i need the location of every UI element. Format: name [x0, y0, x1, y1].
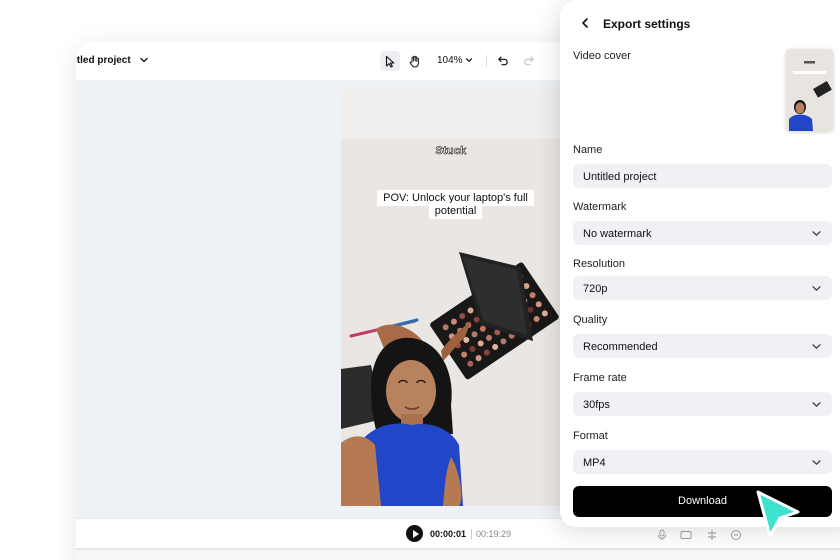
chevron-down-icon [812, 286, 821, 291]
undo-icon [498, 56, 508, 66]
video-cover-label: Video cover [573, 50, 631, 62]
microphone-icon[interactable] [656, 529, 668, 541]
chevron-left-icon[interactable] [578, 16, 592, 30]
video-caption-text: POV: Unlock your laptop's full potential [377, 190, 534, 219]
hand-icon [409, 55, 419, 67]
current-time: 00:00:01 [430, 529, 467, 539]
watermark-value: No watermark [583, 228, 652, 240]
undo-button[interactable] [493, 51, 513, 71]
sticker-text[interactable]: Stuck [341, 145, 561, 158]
export-settings-panel: Export settings Video cover Name Untitle… [560, 0, 840, 527]
redo-button[interactable] [519, 51, 539, 71]
frame-rate-label: Frame rate [573, 372, 627, 384]
chevron-down-icon[interactable] [138, 54, 150, 66]
toolbar-divider [486, 55, 487, 67]
caption-icon[interactable] [680, 529, 692, 541]
resolution-value: 720p [583, 283, 608, 295]
format-select[interactable]: MP4 [573, 450, 832, 474]
name-input[interactable]: Untitled project [573, 164, 832, 188]
video-caption[interactable]: POV: Unlock your laptop's full potential [369, 190, 542, 219]
video-cover-thumbnail[interactable] [786, 49, 833, 131]
pointer-icon [385, 55, 395, 68]
chevron-down-icon[interactable] [464, 55, 474, 65]
chevron-down-icon [812, 402, 821, 407]
panel-title: Export settings [603, 17, 691, 31]
format-value: MP4 [583, 457, 606, 469]
play-icon[interactable] [406, 525, 423, 542]
watermark-select[interactable]: No watermark [573, 221, 832, 245]
chevron-down-icon [812, 460, 821, 465]
cover-image [786, 49, 833, 131]
format-label: Format [573, 430, 608, 442]
split-icon[interactable] [706, 529, 718, 541]
quality-value: Recommended [583, 341, 658, 353]
project-name[interactable]: itled project [76, 55, 131, 66]
video-preview[interactable]: Stuck POV: Unlock your laptop's full pot… [341, 89, 561, 506]
frame-rate-value: 30fps [583, 399, 610, 411]
resolution-select[interactable]: 720p [573, 276, 832, 300]
zoom-level[interactable]: 104% [437, 55, 463, 66]
chevron-down-icon [812, 231, 821, 236]
total-time: 00:19:29 [476, 529, 512, 539]
quality-label: Quality [573, 314, 608, 326]
name-input-value: Untitled project [583, 171, 657, 183]
name-label: Name [573, 144, 603, 156]
frame-rate-select[interactable]: 30fps [573, 392, 832, 416]
cursor-arrow-icon [756, 490, 800, 538]
timeline-track[interactable] [76, 548, 840, 560]
hand-tool-button[interactable] [404, 51, 424, 71]
redo-icon [524, 56, 534, 66]
quality-select[interactable]: Recommended [573, 334, 832, 358]
time-divider [471, 529, 472, 539]
resolution-label: Resolution [573, 258, 625, 270]
chevron-down-icon [812, 344, 821, 349]
zoom-out-icon[interactable] [730, 529, 742, 541]
watermark-label: Watermark [573, 201, 627, 213]
select-tool-button[interactable] [380, 51, 400, 71]
